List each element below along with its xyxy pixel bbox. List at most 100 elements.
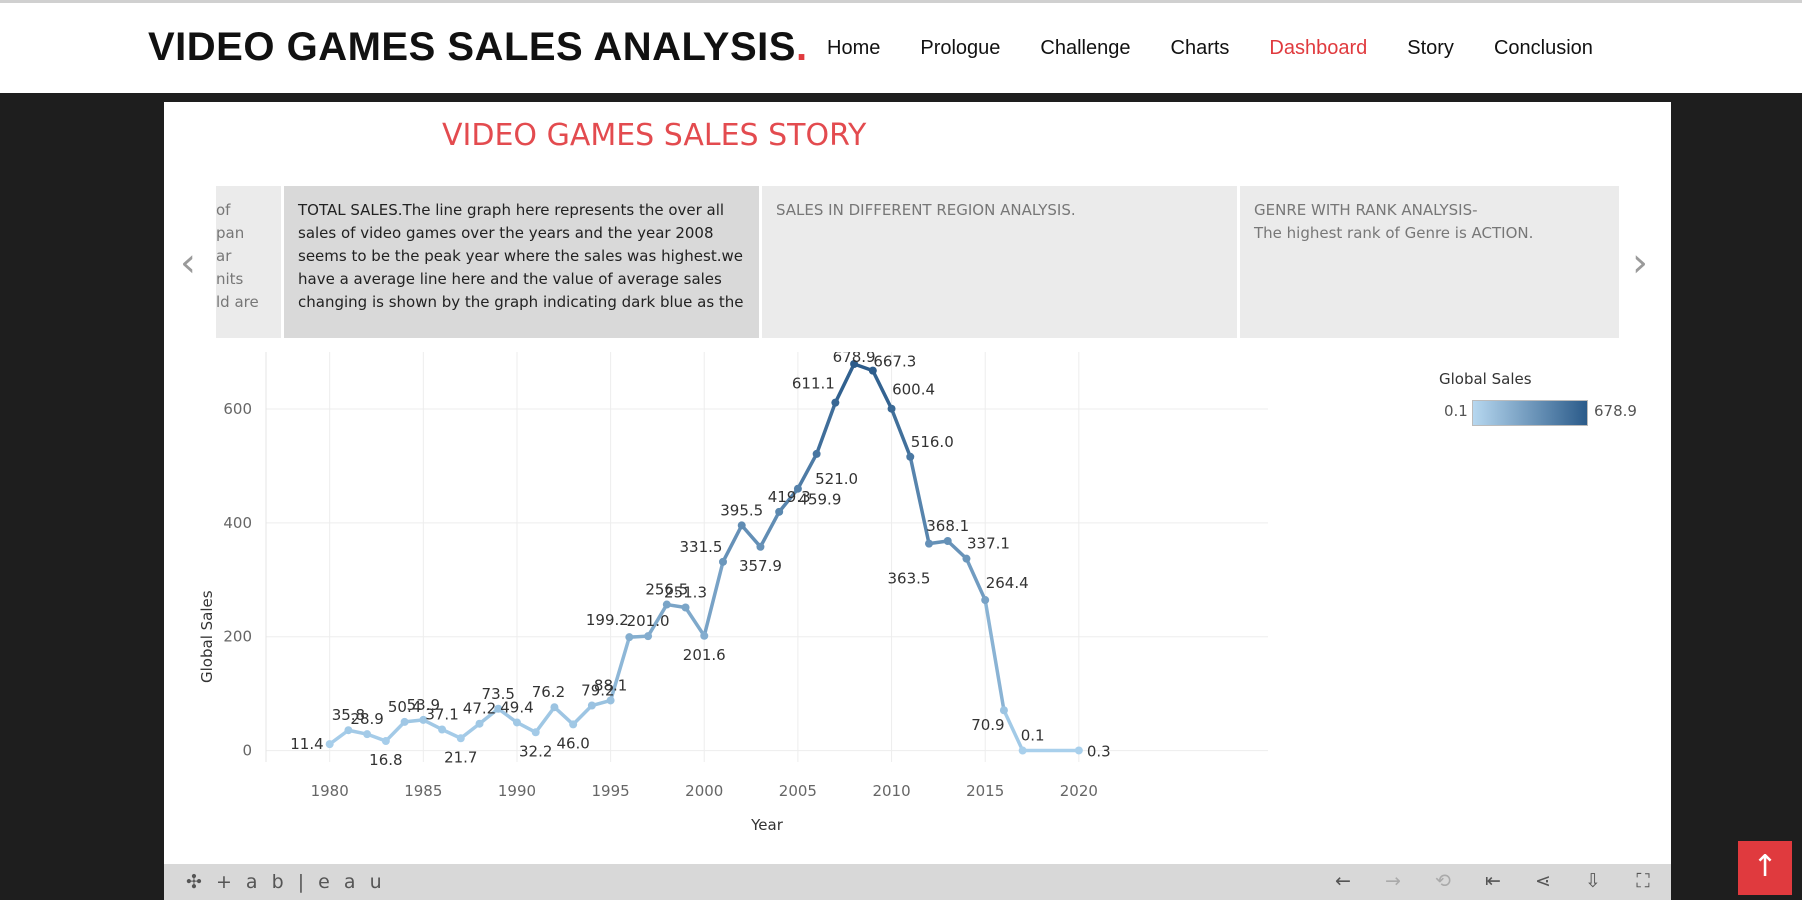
- series-line-segment: [702, 560, 725, 638]
- fullscreen-icon[interactable]: ⛶: [1629, 870, 1657, 892]
- x-axis-title: Year: [750, 816, 784, 834]
- data-label: 21.7: [444, 748, 477, 766]
- story-prev-arrow[interactable]: ‹: [180, 240, 196, 286]
- story-title: VIDEO GAMES SALES STORY: [442, 118, 867, 153]
- share-icon[interactable]: ⋖: [1529, 870, 1557, 892]
- arrow-up-icon: ↑: [1752, 849, 1778, 884]
- series-line-segment: [796, 452, 819, 491]
- nav-challenge[interactable]: Challenge: [1040, 37, 1130, 60]
- data-point: [606, 696, 615, 705]
- nav-conclusion[interactable]: Conclusion: [1494, 37, 1593, 60]
- story-point-previous[interactable]: of pan ar nits ld are: [216, 186, 281, 338]
- tableau-logo-text: + a b | e a u: [215, 871, 386, 893]
- x-tick-label: 1990: [498, 782, 536, 800]
- legend-title: Global Sales: [1439, 370, 1532, 388]
- data-label: 264.4: [986, 574, 1029, 592]
- site-logo[interactable]: VIDEO GAMES SALES ANALYSIS.: [148, 25, 808, 70]
- data-point: [906, 452, 915, 461]
- main-nav: Home Prologue Challenge Charts Dashboard…: [827, 37, 1593, 60]
- redo-icon[interactable]: →: [1379, 870, 1407, 892]
- story-point-total-sales[interactable]: TOTAL SALES.The line graph here represen…: [284, 186, 759, 338]
- nav-home[interactable]: Home: [827, 37, 880, 60]
- global-sales-line-chart[interactable]: 1980 1985 1990 1995 2000 2005 2010 2015 2020 0 200…: [164, 352, 1671, 852]
- series-line-segment: [533, 705, 557, 735]
- data-label: 516.0: [911, 433, 954, 451]
- data-point: [325, 740, 334, 749]
- x-tick-label: 2005: [779, 782, 817, 800]
- series-line-segment: [889, 406, 913, 459]
- data-label: 37.1: [425, 705, 458, 723]
- data-point: [831, 398, 840, 407]
- x-tick-label: 2000: [685, 782, 723, 800]
- data-label: 337.1: [967, 535, 1010, 553]
- data-point: [625, 633, 634, 642]
- data-point: [812, 449, 821, 458]
- data-point: [887, 404, 896, 413]
- data-label: 459.9: [798, 491, 841, 509]
- series-line-segment: [384, 720, 407, 743]
- legend-color-ramp: [1472, 400, 1588, 426]
- x-tick-label: 1985: [404, 782, 442, 800]
- x-tick-label: 1980: [311, 782, 349, 800]
- nav-charts[interactable]: Charts: [1171, 37, 1230, 60]
- data-point: [718, 557, 727, 566]
- series-line-segment: [871, 368, 894, 411]
- data-point: [587, 701, 596, 710]
- data-point: [1074, 746, 1083, 755]
- data-point: [962, 554, 971, 563]
- x-tick-label: 2020: [1060, 782, 1098, 800]
- x-tick-label: 1995: [592, 782, 630, 800]
- series-line-segment: [964, 556, 987, 602]
- story-point-previous-text: of pan ar nits ld are: [216, 201, 259, 311]
- legend-min-value: 0.1: [1444, 402, 1468, 420]
- data-label: 667.3: [873, 353, 916, 371]
- series-line-segment: [983, 598, 1006, 712]
- data-point: [438, 725, 447, 734]
- y-tick-label: 600: [223, 400, 252, 418]
- story-point-genre-rank[interactable]: GENRE WITH RANK ANALYSIS- The highest ra…: [1240, 186, 1619, 338]
- story-point-genre-text: GENRE WITH RANK ANALYSIS- The highest ra…: [1254, 201, 1534, 242]
- data-point: [400, 717, 409, 726]
- data-label: 199.2: [586, 611, 629, 629]
- data-label: 28.9: [350, 710, 383, 728]
- story-next-arrow[interactable]: ›: [1632, 240, 1648, 286]
- nav-story[interactable]: Story: [1407, 37, 1454, 60]
- series-line-segment: [683, 605, 707, 638]
- data-point: [662, 600, 671, 609]
- data-point: [512, 718, 521, 727]
- undo-icon[interactable]: ←: [1329, 870, 1357, 892]
- y-tick-label: 0: [242, 742, 252, 760]
- data-label: 600.4: [892, 381, 935, 399]
- data-label: 521.0: [815, 470, 858, 488]
- nav-dashboard[interactable]: Dashboard: [1269, 37, 1367, 60]
- data-point: [475, 719, 484, 728]
- data-point: [943, 536, 952, 545]
- data-point: [925, 539, 934, 548]
- story-point-total-sales-text: TOTAL SALES.The line graph here represen…: [298, 201, 744, 311]
- data-point: [1018, 746, 1027, 755]
- story-point-region-analysis[interactable]: SALES IN DIFFERENT REGION ANALYSIS.: [762, 186, 1237, 338]
- download-icon[interactable]: ⇩: [1579, 870, 1607, 892]
- nav-prologue[interactable]: Prologue: [920, 37, 1000, 60]
- back-to-top-button[interactable]: ↑: [1738, 841, 1792, 895]
- data-point: [644, 632, 653, 641]
- y-tick-label: 400: [223, 514, 252, 532]
- tableau-logo-mark: ✣: [186, 871, 216, 893]
- tableau-logo[interactable]: ✣ + a b | e a u: [186, 871, 386, 893]
- series-line-segment: [814, 400, 838, 456]
- data-label: 678.9: [833, 352, 876, 366]
- tableau-toolbar: ✣ + a b | e a u ← → ⟲ ⇤ ⋖ ⇩ ⛶: [164, 864, 1671, 900]
- data-label: 0.1: [1021, 727, 1045, 745]
- data-label: 32.2: [519, 742, 552, 760]
- revert-icon[interactable]: ⟲: [1429, 870, 1457, 892]
- data-point: [363, 730, 372, 739]
- reset-icon[interactable]: ⇤: [1479, 870, 1507, 892]
- x-tick-label: 2010: [872, 782, 910, 800]
- data-point: [456, 734, 465, 743]
- data-point: [756, 542, 765, 551]
- series-line-segment: [739, 523, 763, 549]
- data-label: 201.6: [683, 646, 726, 664]
- data-point: [981, 596, 990, 605]
- y-axis-title: Global Sales: [198, 590, 216, 683]
- data-label: 88.1: [594, 676, 627, 694]
